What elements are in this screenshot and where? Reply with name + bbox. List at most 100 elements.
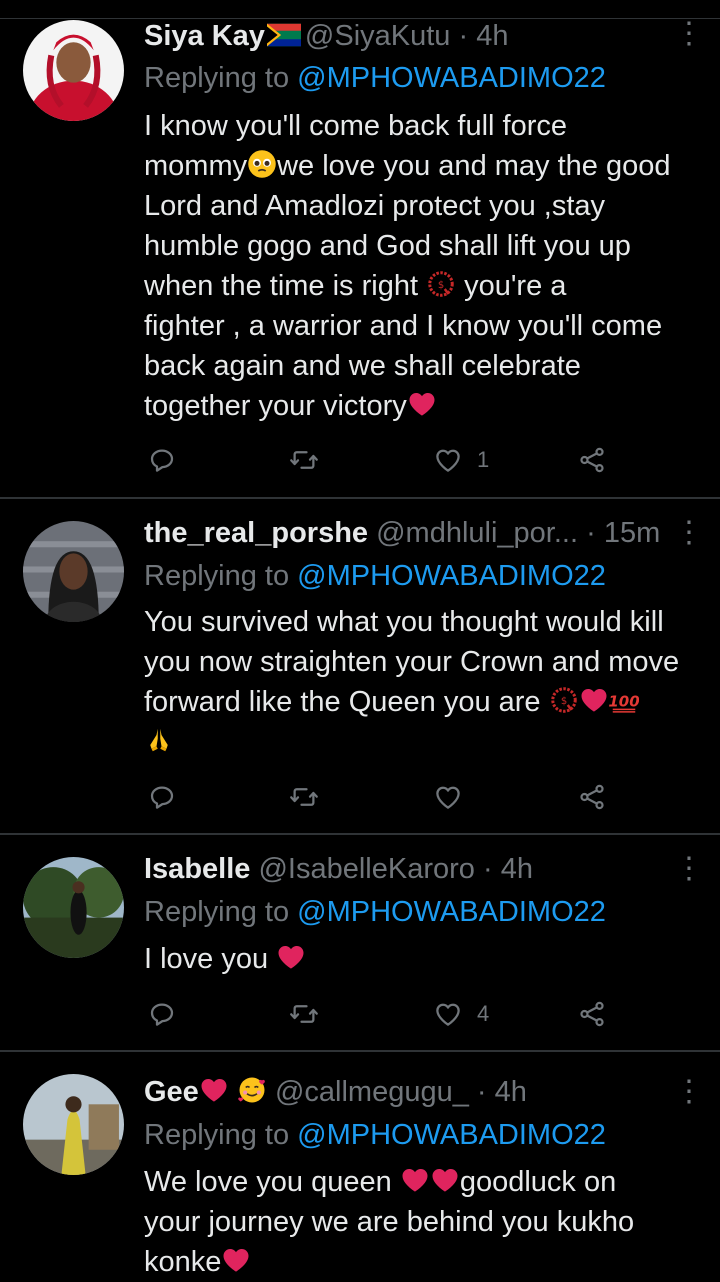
reply-icon <box>147 445 177 475</box>
smiling-face-with-hearts-emoji-icon <box>237 1075 267 1105</box>
prayer-beads-emoji-icon <box>549 685 579 715</box>
share-button[interactable] <box>577 440 607 480</box>
user-handle[interactable]: @callmegugu_ <box>275 1076 469 1108</box>
red-heart-emoji-icon <box>400 1165 430 1195</box>
tweet-4[interactable]: Gee @callmegugu_ · 4h ⋮ Replying to @MPH… <box>0 1052 720 1278</box>
more-icon[interactable]: ⋮ <box>674 16 704 52</box>
red-heart-emoji-icon <box>407 389 437 419</box>
like-button[interactable]: 4 <box>433 994 489 1034</box>
timestamp[interactable]: 15m <box>604 517 660 549</box>
text-line: I love you <box>144 943 269 975</box>
share-icon <box>577 999 607 1029</box>
mention-link[interactable]: @MPHOWABADIMO22 <box>297 1119 606 1151</box>
text-line: fighter , a warrior and I know you'll co… <box>144 310 663 342</box>
tweet-text: We love you queen goodluck on your journ… <box>144 1162 704 1282</box>
text-line: goodluck on <box>459 1166 617 1198</box>
tweet-header: the_real_porshe @mdhluli_por... · 15m <box>144 515 660 551</box>
reply-icon <box>147 999 177 1029</box>
replying-to: Replying to @MPHOWABADIMO22 <box>144 558 606 594</box>
like-button[interactable]: 1 <box>433 440 489 480</box>
heart-icon <box>433 782 463 812</box>
separator-dot: · <box>482 853 493 885</box>
avatar[interactable] <box>23 20 124 121</box>
mention-link[interactable]: @MPHOWABADIMO22 <box>297 560 606 592</box>
timestamp[interactable]: 4h <box>501 853 533 885</box>
retweet-icon <box>289 999 319 1029</box>
tweet-text: I love you <box>144 939 704 979</box>
tweet-text: You survived what you thought would kill… <box>144 602 704 762</box>
avatar[interactable] <box>23 1074 124 1175</box>
hundred-points-emoji-icon <box>609 685 639 715</box>
tweet-1[interactable]: Siya Kay @SiyaKutu · 4h ⋮ Replying to @MP… <box>0 0 720 497</box>
replying-to: Replying to @MPHOWABADIMO22 <box>144 894 606 930</box>
replying-label: Replying to <box>144 62 290 94</box>
text-line: forward like the Queen you are <box>144 686 541 718</box>
display-name[interactable]: Isabelle <box>144 853 250 885</box>
separator-dot: · <box>586 517 596 549</box>
share-button[interactable] <box>577 994 607 1034</box>
folded-hands-emoji-icon <box>144 725 174 755</box>
avatar-image <box>23 1074 124 1175</box>
tweet-3[interactable]: Isabelle @IsabelleKaroro · 4h ⋮ Replying… <box>0 835 720 1050</box>
mention-link[interactable]: @MPHOWABADIMO22 <box>297 62 606 94</box>
pleading-face-emoji-icon <box>247 149 277 179</box>
retweet-button[interactable] <box>289 440 319 480</box>
display-name[interactable]: Gee <box>144 1076 199 1108</box>
text-line: you now straighten your Crown and move <box>144 646 680 678</box>
prayer-beads-emoji-icon <box>426 269 456 299</box>
display-name[interactable]: the_real_porshe <box>144 517 368 549</box>
tweet-header: Gee @callmegugu_ · 4h <box>144 1074 660 1110</box>
avatar[interactable] <box>23 521 124 622</box>
more-icon[interactable]: ⋮ <box>674 1074 704 1110</box>
tweet-header: Isabelle @IsabelleKaroro · 4h <box>144 851 660 887</box>
retweet-button[interactable] <box>289 994 319 1034</box>
retweet-button[interactable] <box>289 777 319 817</box>
tweet-header: Siya Kay @SiyaKutu · 4h <box>144 18 660 54</box>
timestamp[interactable]: 4h <box>495 1076 527 1108</box>
like-count: 4 <box>477 1001 490 1026</box>
retweet-icon <box>289 445 319 475</box>
avatar[interactable] <box>23 857 124 958</box>
red-heart-emoji-icon <box>430 1165 460 1195</box>
red-heart-emoji-icon <box>276 942 306 972</box>
text-line: we love you and may the good <box>277 150 671 182</box>
tweet-text: I know you'll come back full force mommy… <box>144 106 704 426</box>
replying-to: Replying to @MPHOWABADIMO22 <box>144 1117 606 1153</box>
replying-to: Replying to @MPHOWABADIMO22 <box>144 60 606 96</box>
text-line: your journey we are behind you kukho <box>144 1206 635 1238</box>
more-icon[interactable]: ⋮ <box>674 515 704 551</box>
text-line: I know you'll come back full force <box>144 110 567 142</box>
heart-icon <box>433 999 463 1029</box>
reply-button[interactable] <box>147 440 177 480</box>
replying-label: Replying to <box>144 896 290 928</box>
text-line: back again and we shall celebrate <box>144 350 581 382</box>
text-line: mommy <box>144 150 248 182</box>
separator-dot: · <box>458 20 469 52</box>
avatar-image <box>23 857 124 958</box>
user-handle[interactable]: @SiyaKutu <box>305 20 451 52</box>
like-count: 1 <box>477 447 490 472</box>
timestamp[interactable]: 4h <box>476 20 508 52</box>
red-heart-emoji-icon <box>221 1245 251 1275</box>
reply-button[interactable] <box>147 994 177 1034</box>
text-line: konke <box>144 1246 222 1278</box>
avatar-image <box>23 20 124 121</box>
display-name[interactable]: Siya Kay <box>144 20 265 52</box>
more-icon[interactable]: ⋮ <box>674 851 704 887</box>
share-icon <box>577 445 607 475</box>
tweet-2[interactable]: the_real_porshe @mdhluli_por... · 15m ⋮ … <box>0 499 720 833</box>
mention-link[interactable]: @MPHOWABADIMO22 <box>297 896 606 928</box>
user-handle[interactable]: @IsabelleKaroro <box>258 853 474 885</box>
heart-icon <box>433 445 463 475</box>
separator-dot: · <box>476 1076 487 1108</box>
replying-label: Replying to <box>144 1119 290 1151</box>
user-handle[interactable]: @mdhluli_por... <box>376 517 578 549</box>
red-heart-emoji-icon <box>579 685 609 715</box>
share-button[interactable] <box>577 777 607 817</box>
like-button[interactable] <box>433 777 477 817</box>
reply-icon <box>147 782 177 812</box>
replying-label: Replying to <box>144 560 290 592</box>
text-line: Lord and Amadlozi protect you ,stay <box>144 190 606 222</box>
reply-button[interactable] <box>147 777 177 817</box>
text-line: when the time is right <box>144 270 419 302</box>
